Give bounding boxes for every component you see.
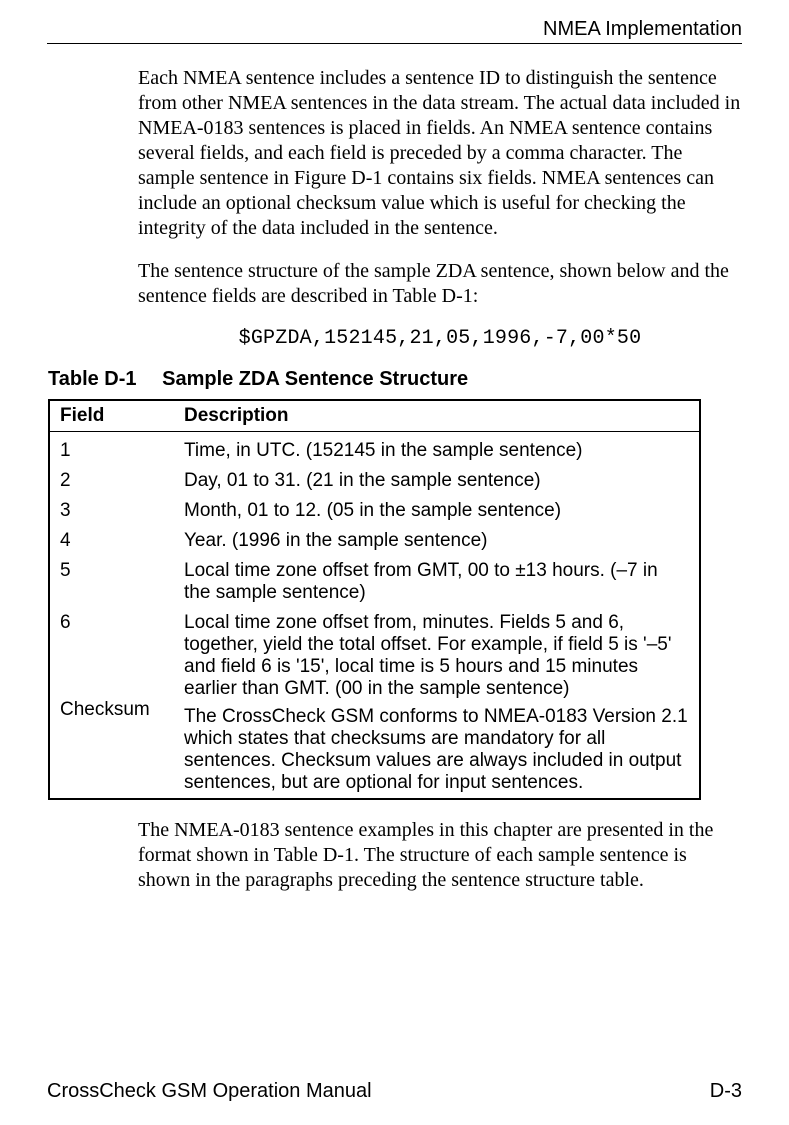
cell-field: 1 [49, 432, 174, 467]
table-caption: Table D-1 Sample ZDA Sentence Structure [48, 368, 742, 391]
table-row: 6 Local time zone offset from, minutes. … [49, 608, 700, 671]
page-footer: CrossCheck GSM Operation Manual D-3 [47, 1080, 742, 1103]
cell-field: 5 [49, 556, 174, 608]
footer-right: D-3 [710, 1080, 742, 1103]
table-row: 3 Month, 01 to 12. (05 in the sample sen… [49, 496, 700, 526]
cell-field: 6 [49, 608, 174, 671]
cell-desc-part1: Local time zone offset from, minutes. Fi… [184, 612, 689, 700]
intro-paragraph-2: The sentence structure of the sample ZDA… [138, 259, 742, 309]
cell-description: Local time zone offset from GMT, 00 to ±… [174, 556, 700, 608]
table-header-field: Field [49, 400, 174, 432]
cell-desc-part2: The CrossCheck GSM conforms to NMEA-0183… [184, 706, 689, 794]
header-section-title: NMEA Implementation [47, 18, 742, 43]
cell-description: Day, 01 to 31. (21 in the sample sentenc… [174, 466, 700, 496]
table-row: 5 Local time zone offset from GMT, 00 to… [49, 556, 700, 608]
cell-description: Year. (1996 in the sample sentence) [174, 526, 700, 556]
table-row: 2 Day, 01 to 31. (21 in the sample sente… [49, 466, 700, 496]
cell-description: Time, in UTC. (152145 in the sample sent… [174, 432, 700, 467]
table-number: Table D-1 [48, 368, 137, 391]
cell-field: 3 [49, 496, 174, 526]
cell-field: Checksum [49, 671, 174, 799]
footer-left: CrossCheck GSM Operation Manual [47, 1080, 372, 1103]
intro-paragraph-1: Each NMEA sentence includes a sentence I… [138, 66, 742, 241]
table-header-description: Description [174, 400, 700, 432]
table-row: 1 Time, in UTC. (152145 in the sample se… [49, 432, 700, 467]
sample-sentence-code: $GPZDA,152145,21,05,1996,-7,00*50 [138, 327, 742, 350]
cell-description: Month, 01 to 12. (05 in the sample sente… [174, 496, 700, 526]
cell-field: 4 [49, 526, 174, 556]
zda-structure-table: Field Description 1 Time, in UTC. (15214… [48, 399, 701, 800]
closing-paragraph: The NMEA-0183 sentence examples in this … [138, 818, 742, 893]
cell-field: 2 [49, 466, 174, 496]
cell-description: Local time zone offset from, minutes. Fi… [174, 608, 700, 799]
table-row: 4 Year. (1996 in the sample sentence) [49, 526, 700, 556]
table-title: Sample ZDA Sentence Structure [162, 368, 468, 390]
